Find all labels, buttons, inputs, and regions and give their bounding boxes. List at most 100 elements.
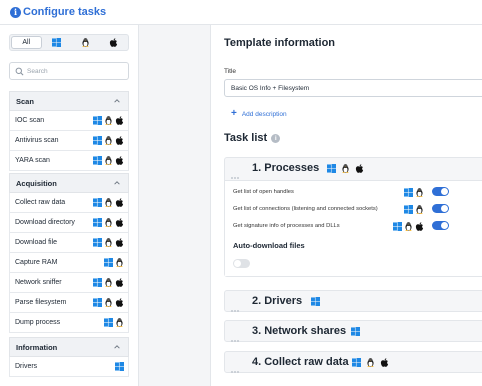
task-yara-scan[interactable]: YARA scan — [9, 151, 129, 171]
apple-icon — [115, 116, 124, 125]
linux-icon — [341, 164, 350, 173]
task-card-processes: 1. Processes Get list of open handles Ge… — [224, 157, 482, 277]
task-label: Network sniffer — [15, 279, 62, 286]
apple-icon — [115, 298, 124, 307]
task-download-directory[interactable]: Download directory — [9, 213, 129, 233]
search-box — [9, 62, 129, 80]
chevron-up-icon[interactable] — [113, 97, 121, 105]
task-card-body: Get list of open handles Get list of con… — [225, 180, 482, 276]
windows-icon — [93, 298, 102, 307]
apple-icon — [109, 38, 118, 47]
linux-icon — [104, 238, 113, 247]
group-information-label: Information — [16, 342, 58, 352]
subtask-row: Get list of open handles — [233, 186, 482, 198]
chevron-up-icon[interactable] — [113, 343, 121, 351]
task-card-title: 2. Drivers — [252, 295, 303, 307]
task-ioc-scan[interactable]: IOC scan — [9, 111, 129, 131]
windows-icon — [93, 116, 102, 125]
linux-icon — [404, 222, 413, 231]
linux-icon — [104, 198, 113, 207]
task-collect-raw-data[interactable]: Collect raw data — [9, 193, 129, 213]
plus-icon: + — [231, 108, 237, 119]
task-card-header[interactable]: 1. Processes — [225, 158, 482, 180]
info-icon: i — [10, 7, 21, 18]
linux-icon — [115, 318, 124, 327]
add-description-button[interactable]: + Add description — [231, 108, 287, 119]
group-scan[interactable]: Scan — [9, 91, 129, 111]
info-icon[interactable]: i — [271, 133, 281, 143]
task-card-collect-raw-data[interactable]: 4. Collect raw data — [224, 351, 482, 373]
os-filter-linux[interactable] — [71, 35, 100, 50]
task-capture-ram[interactable]: Capture RAM — [9, 253, 129, 273]
task-label: Download file — [15, 239, 58, 246]
task-label: Parse filesystem — [15, 299, 67, 306]
group-acquisition[interactable]: Acquisition — [9, 173, 129, 193]
linux-icon — [104, 218, 113, 227]
task-dump-process[interactable]: Dump process — [9, 313, 129, 333]
task-label: Download directory — [15, 219, 75, 226]
windows-icon — [93, 156, 102, 165]
task-label: Drivers — [15, 363, 38, 370]
task-label: YARA scan — [15, 157, 50, 164]
windows-icon — [93, 238, 102, 247]
task-antivirus-scan[interactable]: Antivirus scan — [9, 131, 129, 151]
subtask-label: Get list of open handles — [233, 189, 294, 195]
windows-icon — [104, 318, 113, 327]
windows-icon — [327, 164, 336, 173]
drag-handle-icon[interactable] — [231, 329, 240, 342]
task-card-title: 1. Processes — [252, 162, 320, 174]
drag-handle-icon[interactable] — [231, 360, 240, 373]
windows-icon — [311, 297, 320, 306]
template-information-heading: Template information — [224, 37, 336, 49]
task-label: IOC scan — [15, 117, 45, 124]
linux-icon — [81, 38, 90, 47]
task-download-file[interactable]: Download file — [9, 233, 129, 253]
task-network-sniffer[interactable]: Network sniffer — [9, 273, 129, 293]
windows-icon — [93, 278, 102, 287]
template-panel: Template information Title + Add descrip… — [210, 25, 482, 386]
search-icon — [15, 67, 24, 76]
apple-icon — [380, 358, 389, 367]
linux-icon — [104, 278, 113, 287]
task-label: Dump process — [15, 319, 61, 326]
search-input[interactable] — [27, 65, 125, 78]
auto-download-toggle[interactable] — [233, 259, 250, 268]
subtask-row: Get signature info of processes and DLLs — [233, 220, 482, 232]
windows-icon — [115, 362, 124, 371]
os-filter-windows[interactable] — [43, 35, 72, 50]
apple-icon — [115, 136, 124, 145]
title-label: Title — [224, 68, 237, 75]
page-title: Configure tasks — [23, 6, 107, 18]
drag-handle-icon[interactable] — [231, 299, 240, 312]
windows-icon — [93, 198, 102, 207]
os-filter-all[interactable]: All — [11, 36, 42, 49]
add-description-label: Add description — [241, 110, 287, 118]
group-scan-label: Scan — [16, 96, 34, 106]
linux-icon — [104, 136, 113, 145]
task-card-network-shares[interactable]: 3. Network shares — [224, 320, 482, 342]
task-parse-filesystem[interactable]: Parse filesystem — [9, 293, 129, 313]
linux-icon — [104, 116, 113, 125]
chevron-up-icon[interactable] — [113, 179, 121, 187]
os-filter-apple[interactable] — [100, 35, 129, 50]
group-information[interactable]: Information — [9, 337, 129, 357]
windows-icon — [93, 218, 102, 227]
linux-icon — [104, 298, 113, 307]
auto-download-label: Auto-download files — [233, 241, 305, 250]
subtask-toggle[interactable] — [432, 187, 449, 196]
apple-icon — [415, 222, 424, 231]
linux-icon — [366, 358, 375, 367]
subtask-toggle[interactable] — [432, 221, 449, 230]
linux-icon — [115, 258, 124, 267]
task-card-title: 3. Network shares — [252, 325, 347, 337]
drag-handle-icon[interactable] — [231, 166, 240, 179]
task-label: Capture RAM — [15, 259, 58, 266]
title-input[interactable] — [224, 79, 482, 97]
task-label: Antivirus scan — [15, 137, 59, 144]
apple-icon — [115, 156, 124, 165]
windows-icon — [104, 258, 113, 267]
subtask-toggle[interactable] — [432, 204, 449, 213]
windows-icon — [351, 327, 360, 336]
task-card-drivers[interactable]: 2. Drivers — [224, 290, 482, 312]
task-drivers[interactable]: Drivers — [9, 357, 129, 377]
